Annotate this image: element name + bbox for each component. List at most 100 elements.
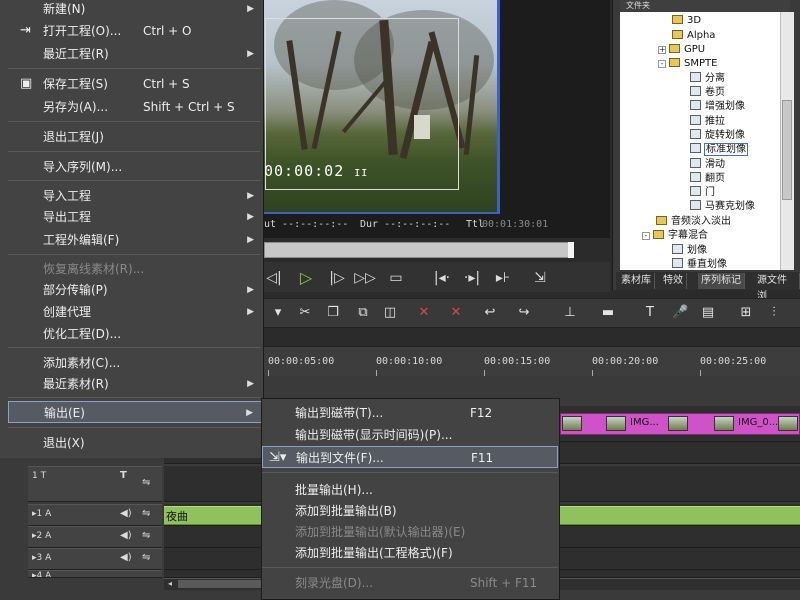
track-header[interactable]: ▸4 A: [28, 570, 162, 578]
tree-node[interactable]: 分离: [690, 72, 725, 86]
tree-node[interactable]: 垂直划像: [672, 258, 727, 272]
track-header[interactable]: ▸3 A ◀) ⇋: [28, 548, 162, 570]
tree-node-selected[interactable]: 标准划像: [690, 143, 748, 157]
menu-item-import-sequence[interactable]: 导入序列(M)...: [8, 156, 262, 178]
folder-open-icon: [653, 230, 664, 239]
menu-item-external-edit[interactable]: 工程外编辑(F) ▶: [8, 229, 262, 251]
copy-icon[interactable]: ❐: [325, 305, 341, 321]
tree-node[interactable]: 马赛克划像: [690, 200, 755, 214]
step-back-icon[interactable]: ◁|: [266, 268, 282, 288]
set-out-icon[interactable]: ·▸|: [460, 268, 484, 288]
delete-icon[interactable]: ✕: [416, 305, 432, 321]
submenu-arrow-icon: ▶: [247, 307, 254, 317]
tree-node[interactable]: - 字幕混合: [642, 229, 708, 243]
undo-icon[interactable]: ↩: [482, 305, 498, 321]
menu-item-import-project[interactable]: 导入工程 ▶: [8, 185, 262, 207]
fast-forward-icon[interactable]: ▷▷: [354, 268, 376, 288]
menu-item-recent-projects[interactable]: 最近工程(R) ▶: [8, 43, 262, 65]
submenu-item-output-to-file[interactable]: ⇲▾ 输出到文件(F)... F11: [262, 446, 558, 468]
menu-item-add-clip[interactable]: 添加素材(C)...: [8, 352, 262, 374]
dropdown-icon[interactable]: ▾: [270, 305, 286, 321]
speaker-icon[interactable]: ◀): [120, 530, 132, 541]
group-icon[interactable]: ◫: [382, 305, 398, 321]
export-icon[interactable]: ⇲: [528, 268, 552, 288]
link-icon[interactable]: ⇋: [142, 477, 150, 488]
track-header[interactable]: 1 T T ⇋: [28, 466, 162, 502]
submenu-item-burn-disc: 刻录光盘(D)... Shift + F11: [295, 576, 538, 590]
microphone-icon[interactable]: 🎤: [672, 305, 688, 321]
collapse-icon[interactable]: -: [658, 60, 666, 68]
menu-item-new[interactable]: 新建(N) ▶: [8, 0, 262, 20]
monitor-border: [264, 212, 500, 214]
clip-thumbnail: [562, 416, 582, 431]
render-icon[interactable]: ▤: [700, 305, 716, 321]
play-icon[interactable]: ▷: [296, 268, 316, 288]
redo-icon[interactable]: ↪: [516, 305, 532, 321]
menu-item-recent-clips[interactable]: 最近素材(R) ▶: [8, 373, 262, 395]
link-icon[interactable]: ⇋: [142, 552, 150, 563]
tab-source-browser[interactable]: 源文件浏: [754, 273, 800, 302]
timeline-toolbar: [264, 298, 800, 328]
collapse-icon[interactable]: -: [642, 232, 650, 240]
tree-scrollbar-thumb[interactable]: [782, 100, 792, 200]
submenu-arrow-icon: ▶: [247, 191, 254, 201]
scroll-left-icon[interactable]: ◂: [164, 578, 176, 590]
monitor-border: [497, 0, 500, 214]
tree-node[interactable]: Alpha: [672, 29, 715, 43]
menu-item-save-project[interactable]: ▣ 保存工程(S) Ctrl + S: [8, 73, 262, 95]
tree-node[interactable]: 滑动: [690, 158, 725, 172]
track-header[interactable]: ▸1 A ◀) ⇋: [28, 504, 162, 526]
timecode-info-row: ut --:--:--:-- Dur --:--:--:-- Ttl 00:01…: [264, 216, 610, 234]
expand-icon[interactable]: +: [658, 46, 666, 54]
tree-node[interactable]: 旋转划像: [690, 129, 745, 143]
mixer-icon[interactable]: ⫶: [766, 305, 782, 321]
link-icon[interactable]: ⇋: [142, 530, 150, 541]
submenu-item-output-to-tape[interactable]: 输出到磁带(T)... F12: [262, 402, 558, 424]
loop-icon[interactable]: ▭: [386, 268, 406, 288]
tab-sequence-markers[interactable]: 序列标记: [698, 273, 745, 289]
transition-icon: [690, 172, 701, 182]
submenu-item-output-to-tape-tc[interactable]: 输出到磁带(显示时间码)(P)...: [262, 424, 558, 446]
menu-item-exit[interactable]: 退出(X): [8, 432, 262, 454]
tree-node[interactable]: - SMPTE: [658, 57, 717, 71]
scrubber-bar[interactable]: [264, 242, 574, 258]
tree-node[interactable]: 增强划像: [690, 100, 745, 114]
insert-icon[interactable]: ▸⊦: [490, 268, 516, 288]
scrubber-handle[interactable]: [568, 242, 574, 258]
tab-bin[interactable]: 素材库: [618, 273, 655, 289]
ripple-delete-icon[interactable]: ✕: [448, 305, 464, 321]
tree-node[interactable]: 卷页: [690, 86, 725, 100]
paste-icon[interactable]: ⧉: [355, 305, 371, 321]
grid-icon[interactable]: ⊞: [738, 305, 754, 321]
submenu-item-add-to-batch[interactable]: 添加到批量输出(B): [262, 500, 558, 522]
marker-icon[interactable]: ▬: [600, 305, 616, 321]
tree-node[interactable]: + GPU: [658, 43, 705, 57]
menu-item-create-proxy[interactable]: 创建代理 ▶: [8, 301, 262, 323]
speaker-icon[interactable]: ◀): [120, 508, 132, 519]
menu-item-partial-transfer[interactable]: 部分传输(P) ▶: [8, 279, 262, 301]
link-icon[interactable]: ⇋: [142, 508, 150, 519]
clip-name: IMG_0...: [738, 417, 779, 428]
tree-node[interactable]: 翻页: [690, 172, 725, 186]
speaker-icon[interactable]: ◀): [120, 552, 132, 563]
step-forward-icon[interactable]: |▷: [328, 268, 346, 288]
menu-item-export-project[interactable]: 导出工程 ▶: [8, 206, 262, 228]
set-in-icon[interactable]: |◂·: [430, 268, 454, 288]
title-icon[interactable]: T: [642, 305, 658, 321]
menu-item-optimize-project[interactable]: 优化工程(D)...: [8, 323, 262, 345]
tree-node[interactable]: 门: [690, 186, 715, 200]
tree-node[interactable]: 音频淡入淡出: [656, 215, 731, 229]
tree-node[interactable]: 划像: [672, 244, 707, 258]
track-header[interactable]: ▸2 A ◀) ⇋: [28, 526, 162, 548]
cut-icon[interactable]: ✂: [297, 305, 313, 321]
menu-item-output[interactable]: 输出(E) ▶: [8, 401, 262, 423]
menu-item-save-as[interactable]: 另存为(A)... Shift + Ctrl + S: [8, 96, 262, 118]
tree-node[interactable]: 3D: [672, 14, 701, 28]
tree-node[interactable]: 推拉: [690, 115, 725, 129]
menu-item-open-project[interactable]: ⇥ 打开工程(O)... Ctrl + O: [8, 20, 262, 42]
submenu-item-add-to-batch-project-format[interactable]: 添加到批量输出(工程格式)(F): [262, 542, 558, 564]
split-icon[interactable]: ⊥: [562, 305, 578, 321]
submenu-item-batch-output[interactable]: 批量输出(H)...: [262, 479, 558, 501]
tab-effects[interactable]: 特效: [660, 273, 687, 289]
menu-item-close-project[interactable]: 退出工程(J): [8, 126, 262, 148]
